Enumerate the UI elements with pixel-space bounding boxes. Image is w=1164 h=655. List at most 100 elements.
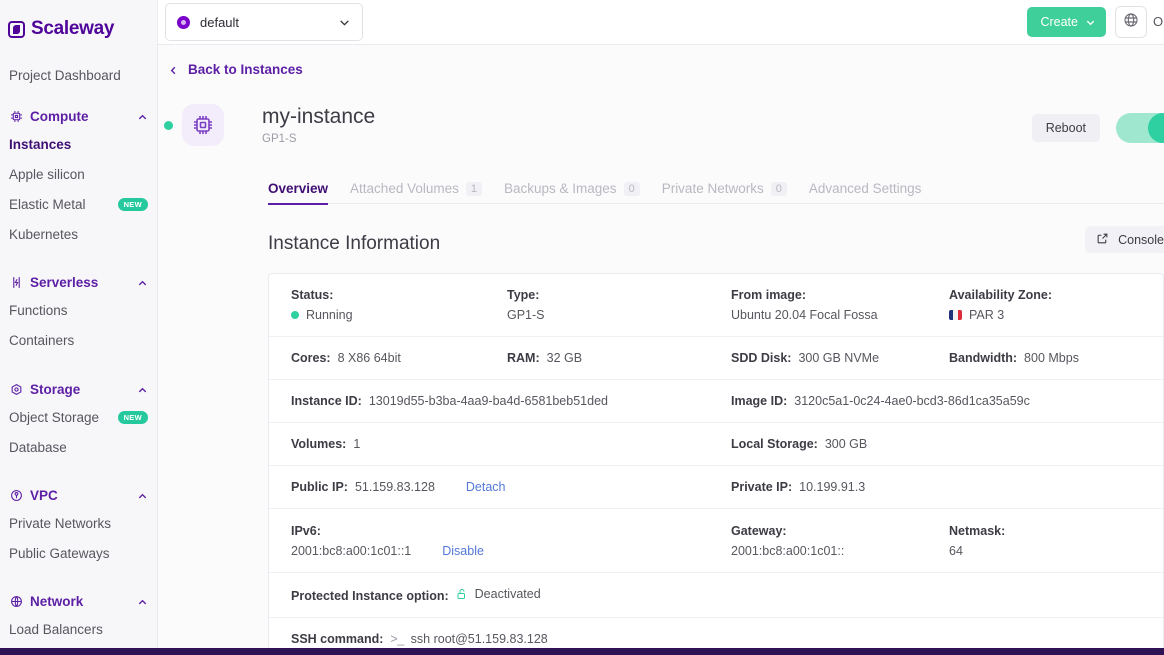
account-menu[interactable]: O: [1153, 14, 1163, 29]
sidebar-item-label: Database: [9, 439, 67, 455]
field-image-id: Image ID: 3120c5a1-0c24-4ae0-bcd3-86d1ca…: [731, 394, 1030, 408]
sidebar-item-functions[interactable]: Functions: [0, 297, 157, 323]
tab-bar: Overview Attached Volumes 1 Backups & Im…: [268, 174, 1164, 205]
sidebar-item-kubernetes[interactable]: Kubernetes: [0, 221, 157, 247]
chevron-left-icon: [168, 64, 179, 75]
field-status: Status: Running: [291, 288, 507, 322]
field-value: 300 GB NVMe: [798, 351, 880, 365]
globe-icon: [9, 594, 23, 608]
instance-information-card: Status: Running Type: GP1-S From image: …: [268, 273, 1164, 648]
field-cores: Cores: 8 X86 64bit: [291, 351, 507, 365]
field-type: Type: GP1-S: [507, 288, 731, 322]
tab-backups-images[interactable]: Backups & Images 0: [504, 181, 640, 204]
field-value: 3120c5a1-0c24-4ae0-bcd3-86d1ca35a59c: [794, 394, 1030, 408]
tab-attached-volumes[interactable]: Attached Volumes 1: [350, 181, 482, 204]
sidebar-item-public-gateways[interactable]: Public Gateways: [0, 540, 157, 566]
console-button[interactable]: Console: [1085, 226, 1164, 253]
sidebar-item-project-dashboard[interactable]: Project Dashboard: [0, 68, 157, 83]
sidebar-item-label: Elastic Metal: [9, 196, 86, 212]
sidebar-item-database[interactable]: Database: [0, 434, 157, 460]
back-link-label: Back to Instances: [188, 62, 303, 77]
field-volumes: Volumes: 1: [291, 437, 731, 451]
status-dot-icon: [291, 311, 299, 319]
sidebar-item-label: Load Balancers: [9, 621, 103, 637]
field-instance-id: Instance ID: 13019d55-b3ba-4aa9-ba4d-658…: [291, 394, 731, 408]
vpc-icon: [9, 488, 23, 502]
main-content: Back to Instances my-instance GP1-S Rebo…: [158, 45, 1164, 648]
field-value: PAR 3: [949, 308, 1004, 322]
field-value: 8 X86 64bit: [337, 351, 401, 365]
language-globe-button[interactable]: [1115, 6, 1147, 38]
brand-name: Scaleway: [31, 18, 115, 39]
terminal-prompt-icon: >_: [390, 632, 404, 646]
sidebar-group-header-storage[interactable]: Storage: [0, 378, 157, 400]
field-bandwidth: Bandwidth: 800 Mbps: [949, 351, 1079, 365]
external-link-icon: [1096, 232, 1109, 248]
storage-icon: [9, 382, 23, 396]
instance-type-subtitle: GP1-S: [262, 132, 297, 145]
field-label: Netmask:: [949, 524, 1006, 538]
project-selector[interactable]: default: [165, 3, 363, 41]
sidebar-group-header-network[interactable]: Network: [0, 590, 157, 612]
sidebar-group-label: Storage: [30, 381, 81, 397]
field-label: Volumes:: [291, 437, 347, 451]
info-row-volumes: Volumes: 1 Local Storage: 300 GB: [269, 423, 1163, 466]
field-netmask: Netmask: 64: [949, 524, 1005, 558]
field-gateway: Gateway: 2001:bc8:a00:1c01::: [731, 524, 949, 558]
field-value: 800 Mbps: [1024, 351, 1079, 365]
tab-private-networks[interactable]: Private Networks 0: [662, 181, 787, 204]
sidebar-group-header-serverless[interactable]: Serverless: [0, 271, 157, 293]
sidebar-item-object-storage[interactable]: Object Storage NEW: [0, 404, 157, 430]
disable-ipv6-link[interactable]: Disable: [442, 544, 484, 558]
sidebar-group-header-compute[interactable]: Compute: [0, 105, 157, 127]
cpu-icon: [9, 109, 23, 123]
sidebar-group-label: Serverless: [30, 274, 99, 290]
create-button-label: Create: [1040, 15, 1078, 29]
brand-logo[interactable]: Scaleway: [0, 0, 157, 46]
info-row-protected: Protected Instance option: Deactivated: [269, 573, 1163, 618]
france-flag-icon: [949, 310, 962, 320]
bolt-icon: [9, 275, 23, 289]
new-badge: NEW: [117, 410, 148, 424]
sidebar-group-vpc: VPC Private Networks Public Gateways: [0, 484, 157, 566]
sidebar-item-elastic-metal[interactable]: Elastic Metal NEW: [0, 191, 157, 217]
field-value: 2001:bc8:a00:1c01::1 Disable: [291, 544, 484, 558]
power-toggle-icon[interactable]: [1116, 113, 1164, 143]
field-ipv6: IPv6: 2001:bc8:a00:1c01::1 Disable: [291, 524, 731, 558]
field-label: Protected Instance option:: [291, 589, 449, 603]
sidebar-group-header-vpc[interactable]: VPC: [0, 484, 157, 506]
tab-overview[interactable]: Overview: [268, 181, 329, 205]
field-label: Gateway:: [731, 524, 787, 538]
field-label: Type:: [507, 288, 540, 302]
info-row-ipv6: IPv6: 2001:bc8:a00:1c01::1 Disable Gatew…: [269, 509, 1163, 573]
tab-count-badge: 0: [770, 181, 787, 196]
ipv6-value: 2001:bc8:a00:1c01::1: [291, 544, 412, 558]
info-row-ids: Instance ID: 13019d55-b3ba-4aa9-ba4d-658…: [269, 380, 1163, 423]
field-label: Status:: [291, 288, 334, 302]
create-button[interactable]: Create: [1027, 7, 1106, 37]
sidebar-item-instances[interactable]: Instances: [0, 131, 157, 157]
tab-label: Advanced Settings: [808, 181, 922, 196]
sidebar-item-label: Private Networks: [9, 515, 112, 531]
sidebar: Scaleway Project Dashboard Compute Insta…: [0, 0, 158, 648]
sidebar-item-load-balancers[interactable]: Load Balancers: [0, 616, 157, 642]
field-label: Cores:: [291, 351, 331, 365]
sidebar-item-containers[interactable]: Containers: [0, 327, 157, 353]
detach-ip-link[interactable]: Detach: [466, 480, 506, 494]
reboot-button[interactable]: Reboot: [1031, 114, 1100, 142]
back-to-instances-link[interactable]: Back to Instances: [168, 62, 303, 77]
unlock-icon: [456, 588, 468, 600]
status-badge: Running: [306, 308, 353, 322]
field-value: Deactivated: [456, 587, 541, 601]
new-badge: NEW: [117, 197, 148, 211]
tab-advanced-settings[interactable]: Advanced Settings: [809, 181, 922, 204]
page-title: my-instance: [262, 105, 376, 129]
sidebar-item-apple-silicon[interactable]: Apple silicon: [0, 161, 157, 187]
sidebar-item-label: Project Dashboard: [9, 68, 121, 83]
sidebar-item-private-networks[interactable]: Private Networks: [0, 510, 157, 536]
field-label: RAM:: [507, 351, 540, 365]
scaleway-logo-icon: [8, 20, 25, 38]
field-sdd-disk: SDD Disk: 300 GB NVMe: [731, 351, 949, 365]
field-public-ip: Public IP: 51.159.83.128 Detach: [291, 480, 731, 494]
chevron-up-icon: [137, 277, 148, 288]
